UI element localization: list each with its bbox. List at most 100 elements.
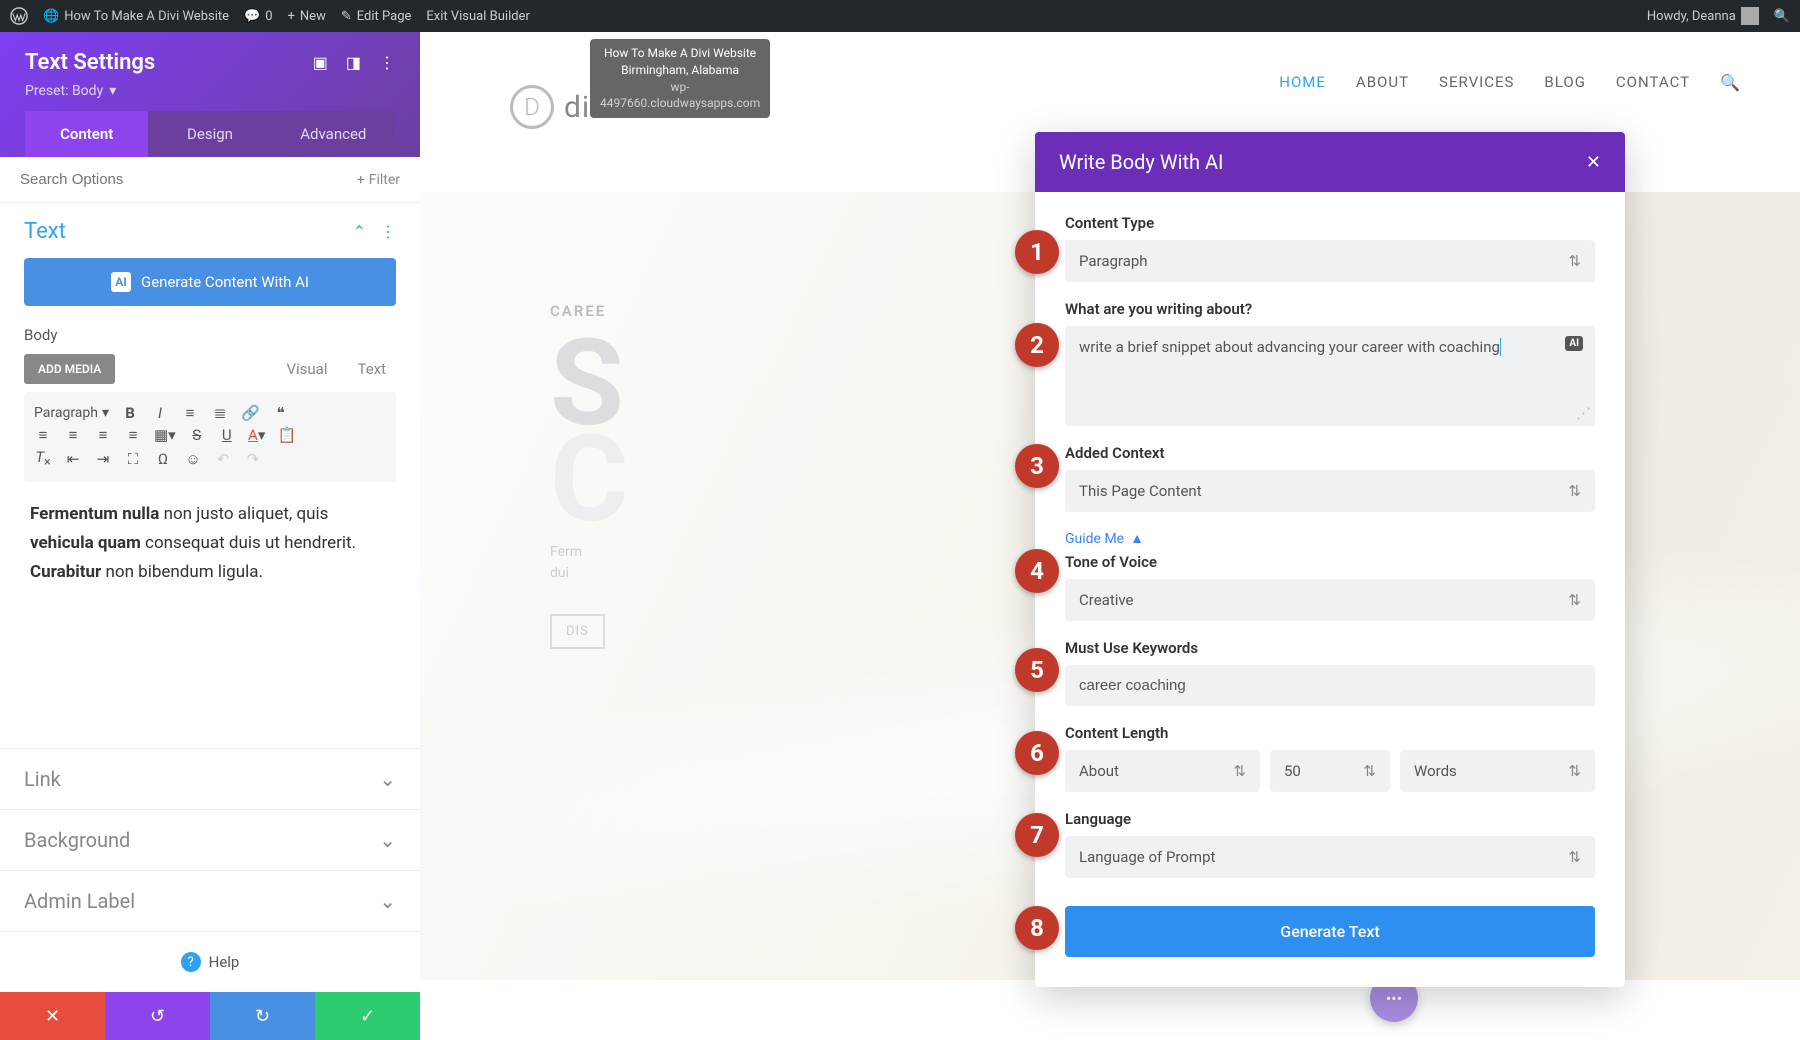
annotation-badge-3: 3	[1015, 444, 1059, 488]
bold-button[interactable]: B	[121, 404, 139, 422]
strike-button[interactable]: S	[188, 426, 206, 444]
clear-format-button[interactable]: T×	[34, 448, 52, 470]
cancel-button[interactable]: ✕	[0, 992, 105, 1040]
editor-toolbar: Paragraph ▾ B I ≡ ≣ 🔗 ❝ ≡ ≡ ≡ ≡ ▦▾ S U A…	[24, 392, 396, 482]
wp-admin-bar: 🌐 How To Make A Divi Website 💬 0 + New ✎…	[0, 0, 1800, 32]
section-link[interactable]: Link⌄	[0, 748, 420, 809]
annotation-badge-7: 7	[1015, 813, 1059, 857]
collapse-up-icon[interactable]: ⌃	[353, 222, 366, 241]
nav-home[interactable]: HOME	[1279, 73, 1326, 91]
fullscreen-button[interactable]: ⛶	[124, 450, 142, 468]
body-label: Body	[24, 326, 396, 344]
edit-page-link[interactable]: ✎ Edit Page	[341, 9, 412, 24]
add-media-button[interactable]: ADD MEDIA	[24, 354, 115, 384]
comments-link[interactable]: 💬 0	[244, 9, 273, 24]
stepper-icon[interactable]: ⇅	[1363, 762, 1376, 780]
tab-content[interactable]: Content	[25, 111, 148, 157]
tab-design[interactable]: Design	[148, 111, 271, 157]
preset-dropdown[interactable]: Preset: Body ▾	[25, 83, 395, 111]
page-canvas: How To Make A Divi Website Birmingham, A…	[420, 32, 1800, 1040]
paste-button[interactable]: 📋	[278, 426, 297, 444]
redo-footer-button[interactable]: ↻	[210, 992, 315, 1040]
greeting[interactable]: Howdy, Deanna	[1647, 7, 1759, 25]
filter-button[interactable]: + Filter	[357, 172, 400, 188]
caret-icon: ⇅	[1233, 762, 1246, 780]
specialchar-button[interactable]: Ω	[154, 450, 172, 468]
section-background[interactable]: Background⌄	[0, 809, 420, 870]
site-name-link[interactable]: 🌐 How To Make A Divi Website	[43, 9, 229, 24]
added-context-select[interactable]: This Page Content⇅	[1065, 470, 1595, 512]
align-justify-button[interactable]: ≡	[124, 426, 142, 444]
ul-button[interactable]: ≡	[181, 404, 199, 422]
editor-tab-text[interactable]: Text	[357, 354, 386, 384]
length-number-input[interactable]: 50⇅	[1270, 750, 1390, 792]
guide-me-toggle[interactable]: Guide Me ▲	[1065, 530, 1595, 547]
nav-blog[interactable]: BLOG	[1544, 73, 1586, 91]
outdent-button[interactable]: ⇤	[64, 450, 82, 468]
more-icon[interactable]: ⋮	[379, 53, 395, 72]
save-button[interactable]: ✓	[315, 992, 420, 1040]
emoji-button[interactable]: ☺	[184, 450, 202, 468]
keywords-input[interactable]	[1065, 665, 1595, 706]
generate-text-button[interactable]: Generate Text	[1065, 906, 1595, 957]
indent-button[interactable]: ⇥	[94, 450, 112, 468]
label-added-context: Added Context	[1065, 444, 1595, 462]
textcolor-button[interactable]: A▾	[248, 426, 266, 444]
resize-handle[interactable]: ⋰	[1576, 404, 1591, 422]
annotation-badge-8: 8	[1015, 906, 1059, 950]
search-icon[interactable]: 🔍	[1774, 9, 1790, 24]
chevron-down-icon: ▾	[109, 83, 116, 99]
editor-tab-visual[interactable]: Visual	[286, 354, 327, 384]
nav-contact[interactable]: CONTACT	[1616, 73, 1690, 91]
align-right-button[interactable]: ≡	[94, 426, 112, 444]
italic-button[interactable]: I	[151, 404, 169, 422]
caret-icon: ⇅	[1568, 591, 1581, 609]
tone-select[interactable]: Creative⇅	[1065, 579, 1595, 621]
quote-button[interactable]: ❝	[272, 404, 290, 422]
help-link[interactable]: ?Help	[0, 931, 420, 992]
site-tooltip: How To Make A Divi Website Birmingham, A…	[590, 39, 770, 118]
content-type-select[interactable]: Paragraph⇅	[1065, 240, 1595, 282]
align-center-button[interactable]: ≡	[64, 426, 82, 444]
length-approx-select[interactable]: About⇅	[1065, 750, 1260, 792]
label-content-type: Content Type	[1065, 214, 1595, 232]
label-language: Language	[1065, 810, 1595, 828]
logo-icon: D	[510, 85, 554, 129]
section-text-title: Text	[24, 219, 66, 244]
exit-builder-link[interactable]: Exit Visual Builder	[426, 9, 529, 24]
prompt-textarea[interactable]: write a brief snippet about advancing yo…	[1065, 326, 1595, 426]
generate-content-ai-button[interactable]: AI Generate Content With AI	[24, 258, 396, 306]
ol-button[interactable]: ≣	[211, 404, 229, 422]
nav-services[interactable]: SERVICES	[1439, 73, 1514, 91]
section-more-icon[interactable]: ⋮	[380, 222, 396, 241]
format-select[interactable]: Paragraph ▾	[34, 405, 109, 421]
focus-icon[interactable]: ▣	[313, 53, 328, 72]
triangle-up-icon: ▲	[1130, 530, 1144, 547]
nav-about[interactable]: ABOUT	[1356, 73, 1409, 91]
new-link[interactable]: + New	[288, 9, 326, 24]
dock-icon[interactable]: ◨	[346, 53, 361, 72]
language-select[interactable]: Language of Prompt⇅	[1065, 836, 1595, 878]
body-editor[interactable]: Fermentum nulla non justo aliquet, quis …	[24, 482, 396, 605]
label-tone: Tone of Voice	[1065, 553, 1595, 571]
length-unit-select[interactable]: Words⇅	[1400, 750, 1595, 792]
undo-footer-button[interactable]: ↺	[105, 992, 210, 1040]
annotation-badge-1: 1	[1015, 230, 1059, 274]
discover-button[interactable]: DIS	[550, 614, 605, 649]
section-admin-label[interactable]: Admin Label⌄	[0, 870, 420, 931]
align-left-button[interactable]: ≡	[34, 426, 52, 444]
ai-badge-icon[interactable]: AI	[1565, 336, 1583, 351]
ai-modal: Write Body With AI ✕ Content Type Paragr…	[1035, 132, 1625, 987]
tab-advanced[interactable]: Advanced	[272, 111, 395, 157]
wp-logo-icon[interactable]	[10, 7, 28, 25]
redo-button[interactable]: ↷	[244, 450, 262, 468]
link-button[interactable]: 🔗	[241, 404, 260, 422]
nav-search-icon[interactable]: 🔍	[1720, 73, 1740, 92]
ai-icon: AI	[111, 272, 131, 292]
table-button[interactable]: ▦▾	[154, 426, 176, 444]
search-options-input[interactable]	[20, 171, 357, 188]
underline-button[interactable]: U	[218, 426, 236, 444]
annotation-badge-6: 6	[1015, 731, 1059, 775]
close-icon[interactable]: ✕	[1586, 152, 1601, 173]
undo-button[interactable]: ↶	[214, 450, 232, 468]
